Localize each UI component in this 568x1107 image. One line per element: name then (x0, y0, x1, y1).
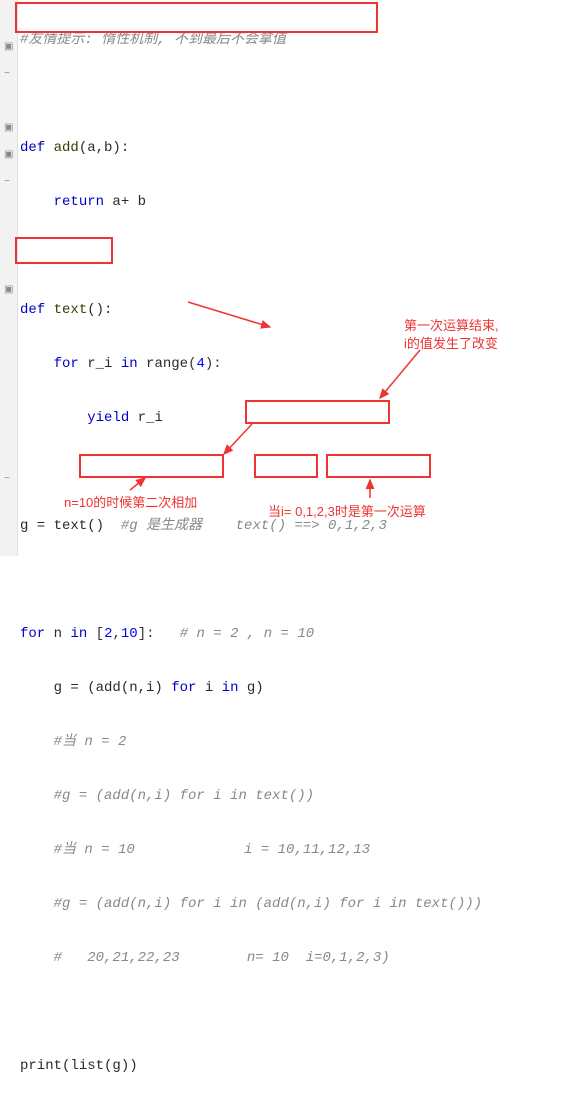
comment: #友情提示: 惰性机制, 不到最后不会拿值 (20, 32, 286, 48)
comma: , (112, 626, 120, 642)
kw-in: in (121, 356, 138, 372)
expr: g = (add(n,i) (54, 680, 172, 696)
comment (289, 950, 306, 966)
num: 10 (121, 626, 138, 642)
ann-second-add: n=10的时候第二次相加 (64, 489, 197, 516)
expr: a+ b (104, 194, 146, 210)
comment: # (54, 950, 88, 966)
comment: #当 n = 2 (54, 734, 127, 750)
fold-icon[interactable]: ▣ (4, 276, 13, 303)
fold-icon[interactable]: − (4, 60, 10, 87)
var: r_i (129, 410, 163, 426)
kw-def: def (20, 302, 45, 318)
fold-icon[interactable]: − (4, 465, 10, 492)
comment: #g = (add(n,i) for i in (add(n,i) for i … (54, 896, 482, 912)
assign: g = text() (20, 518, 104, 534)
comment: i = 10,11,12,13 (244, 842, 370, 858)
gutter: ▣ − ▣ ▣ − ▣ − (0, 0, 18, 556)
bracket: ]: (138, 626, 180, 642)
fn-name: add (45, 140, 79, 156)
comment: #当 n = 10 (54, 842, 244, 858)
var: r_i (79, 356, 121, 372)
fold-icon[interactable]: − (4, 168, 10, 195)
ann-first-i: 当i= 0,1,2,3时是第一次运算 (268, 498, 426, 525)
var: i (196, 680, 221, 696)
comment: #g = (add(n,i) for i in text()) (54, 788, 314, 804)
comment (180, 950, 247, 966)
num: 4 (196, 356, 204, 372)
fn-print: print (20, 1058, 62, 1074)
kw-in: in (222, 680, 239, 696)
params: (a,b): (79, 140, 129, 156)
comment: 20,21,22,23 (87, 950, 179, 966)
kw-for: for (20, 626, 45, 642)
comment: # n = 2 , n = 10 (180, 626, 314, 642)
kw-yield: yield (87, 410, 129, 426)
params: (): (87, 302, 112, 318)
num: 2 (104, 626, 112, 642)
var: g) (238, 680, 263, 696)
kw-for: for (171, 680, 196, 696)
kw-for: for (54, 356, 79, 372)
code-area[interactable]: #友情提示: 惰性机制, 不到最后不会拿值 def add(a,b): retu… (20, 0, 568, 1107)
bracket: [ (87, 626, 104, 642)
fn-range: range (138, 356, 188, 372)
kw-return: return (54, 194, 104, 210)
fold-icon[interactable]: ▣ (4, 33, 13, 60)
fn-name: text (45, 302, 87, 318)
args: (list(g)) (62, 1058, 138, 1074)
ann-first-calc-b: i的值发生了改变 (404, 330, 498, 357)
kw-def: def (20, 140, 45, 156)
comment: n= 10 (247, 950, 289, 966)
var: n (45, 626, 70, 642)
comment: i=0,1,2,3) (306, 950, 390, 966)
fold-icon[interactable]: ▣ (4, 114, 13, 141)
fold-icon[interactable]: ▣ (4, 141, 13, 168)
kw-in: in (70, 626, 87, 642)
paren: ): (205, 356, 222, 372)
